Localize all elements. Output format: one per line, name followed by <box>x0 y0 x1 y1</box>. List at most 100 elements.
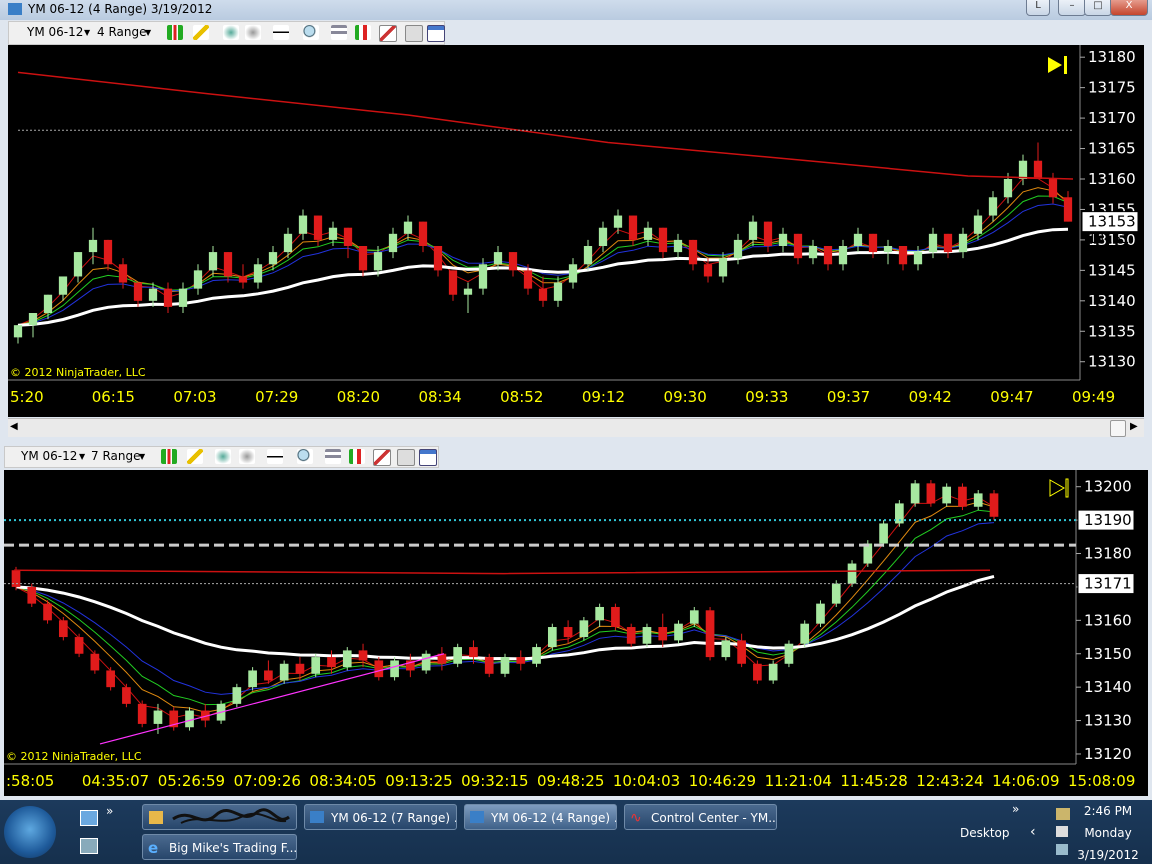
top-price-chart[interactable]: 13180 13175 13170 13165 13160 13155 13150 13145… <box>8 45 1144 417</box>
top-chart-canvas[interactable]: 1318013175131701316513160131551315013145… <box>8 45 1144 417</box>
scroll-to-end-icon[interactable] <box>1048 57 1062 73</box>
bottom-properties-icon[interactable] <box>325 449 341 464</box>
scroll-left-arrow-icon[interactable]: ◀ <box>10 421 18 432</box>
indicators-icon[interactable] <box>355 25 371 40</box>
candle-bear <box>1048 179 1058 198</box>
price-tick-label: 13165 <box>1088 140 1136 158</box>
scroll-to-end-icon[interactable] <box>1049 479 1066 497</box>
candle-bull <box>73 252 83 277</box>
magenta-trendline <box>99 653 445 745</box>
candle-bear <box>508 252 518 271</box>
time-tick-label: 08:20 <box>337 388 380 406</box>
bottom-price-chart[interactable]: 1320013190131801317013160131501314013130… <box>4 470 1148 796</box>
candle-bear <box>523 270 533 289</box>
bottom-interval-dropdown-icon[interactable]: ▼ <box>139 452 145 461</box>
instrument-selector[interactable]: YM 06-12 <box>27 25 83 39</box>
ema-orange-line <box>15 501 995 713</box>
price-tick-label: 13135 <box>1088 322 1136 340</box>
top-horizontal-scrollbar[interactable]: ◀ ▶ <box>8 418 1144 437</box>
bottom-magnet-icon[interactable] <box>239 449 255 464</box>
candle-bear <box>137 703 147 724</box>
candle-bull <box>178 288 188 307</box>
panel-icon[interactable] <box>427 25 445 42</box>
strategies-icon[interactable] <box>379 25 397 42</box>
scroll-to-end-bar-icon[interactable] <box>1064 56 1067 74</box>
candle-bear <box>433 246 443 271</box>
quick-launch-switch-icon[interactable] <box>80 838 98 854</box>
candle-bull <box>185 710 194 728</box>
quick-launch-overflow-icon[interactable]: » <box>106 804 113 818</box>
zoom-icon[interactable] <box>303 25 319 40</box>
time-tick-label: 09:42 <box>909 388 952 406</box>
candle-bear <box>27 586 37 604</box>
candle-bull <box>390 660 399 678</box>
candle-bear <box>238 276 248 283</box>
cursor-tool-icon[interactable] <box>223 25 239 40</box>
bottom-drawing-tool-icon[interactable] <box>187 449 203 464</box>
interval-dropdown-icon[interactable]: ▼ <box>145 28 151 37</box>
bottom-strategies-icon[interactable] <box>373 449 391 466</box>
clock-day[interactable]: Monday <box>1076 826 1140 840</box>
ema-200-line <box>17 71 1074 180</box>
bottom-cursor-tool-icon[interactable] <box>215 449 231 464</box>
flag-icon[interactable] <box>1056 826 1068 837</box>
clock-date[interactable]: 3/19/2012 <box>1076 848 1140 862</box>
price-tick-label: 13140 <box>1088 292 1136 310</box>
top-title-bar[interactable]: YM 06-12 (4 Range) 3/19/2012 L – □ X <box>0 0 1152 20</box>
candle-bull <box>579 620 589 638</box>
network-icon[interactable] <box>1056 808 1070 820</box>
candle-bear <box>563 627 573 638</box>
clock-time[interactable]: 2:46 PM <box>1076 804 1140 818</box>
tray-expand-icon[interactable]: ‹ <box>1030 824 1036 840</box>
time-tick-label: 09:33 <box>745 388 788 406</box>
bottom-indicators-icon[interactable] <box>349 449 365 464</box>
candle-bull <box>847 563 857 584</box>
scroll-to-end-bar-icon[interactable] <box>1065 478 1069 498</box>
candlestick-style-icon[interactable] <box>167 25 183 40</box>
bottom-crosshair-icon[interactable] <box>267 449 283 464</box>
candle-bear <box>264 670 273 681</box>
time-tick-label: 09:12 <box>582 388 625 406</box>
taskbar-item-4-range[interactable]: YM 06-12 (4 Range) ... <box>464 804 617 830</box>
start-button[interactable] <box>4 806 56 858</box>
crosshair-icon[interactable] <box>273 25 289 40</box>
time-tick-label: 09:13:25 <box>385 772 452 790</box>
data-box-icon[interactable] <box>405 25 423 42</box>
interval-selector[interactable]: 4 Range <box>97 25 146 39</box>
folder-icon <box>149 811 163 824</box>
bottom-instrument-dropdown-icon[interactable]: ▼ <box>79 452 85 461</box>
taskbar-item-7-range[interactable]: YM 06-12 (7 Range) ... <box>304 804 457 830</box>
bottom-panel-icon[interactable] <box>419 449 437 466</box>
maximize-button[interactable]: □ <box>1084 0 1112 16</box>
volume-icon[interactable] <box>1056 844 1068 855</box>
bottom-data-box-icon[interactable] <box>397 449 415 466</box>
bottom-instrument-selector[interactable]: YM 06-12 <box>21 449 77 463</box>
candle-bull <box>673 239 683 253</box>
candle-bull <box>43 294 53 313</box>
taskbar-item-browser[interactable]: Big Mike's Trading F... <box>142 834 297 860</box>
candle-bear <box>484 657 494 674</box>
time-tick-label: 07:09:26 <box>234 772 301 790</box>
time-tick-label: 10:46:29 <box>689 772 756 790</box>
magnet-icon[interactable] <box>245 25 261 40</box>
minimize-button[interactable]: – <box>1058 0 1086 16</box>
candle-bull <box>193 270 203 289</box>
restore-button[interactable]: L <box>1026 0 1050 16</box>
taskbar-item-control-center[interactable]: Control Center - YM... <box>624 804 777 830</box>
taskbar-redacted-item[interactable] <box>142 804 297 830</box>
candle-bull <box>403 221 413 234</box>
scroll-thumb[interactable] <box>1110 420 1126 437</box>
tray-overflow-icon[interactable]: » <box>1012 802 1019 816</box>
quick-launch-desktop-icon[interactable] <box>80 810 98 826</box>
bottom-interval-selector[interactable]: 7 Range <box>91 449 140 463</box>
candle-bear <box>538 288 548 301</box>
instrument-dropdown-icon[interactable]: ▼ <box>84 28 90 37</box>
scroll-right-arrow-icon[interactable]: ▶ <box>1130 421 1138 432</box>
drawing-tool-icon[interactable] <box>193 25 209 40</box>
bottom-zoom-icon[interactable] <box>297 449 313 464</box>
close-button[interactable]: X <box>1110 0 1148 16</box>
bottom-candlestick-style-icon[interactable] <box>161 449 177 464</box>
bottom-chart-canvas[interactable]: 1320013190131801317013160131501314013130… <box>4 470 1148 796</box>
properties-icon[interactable] <box>331 25 347 40</box>
desktop-toolbar-label[interactable]: Desktop <box>960 826 1010 840</box>
